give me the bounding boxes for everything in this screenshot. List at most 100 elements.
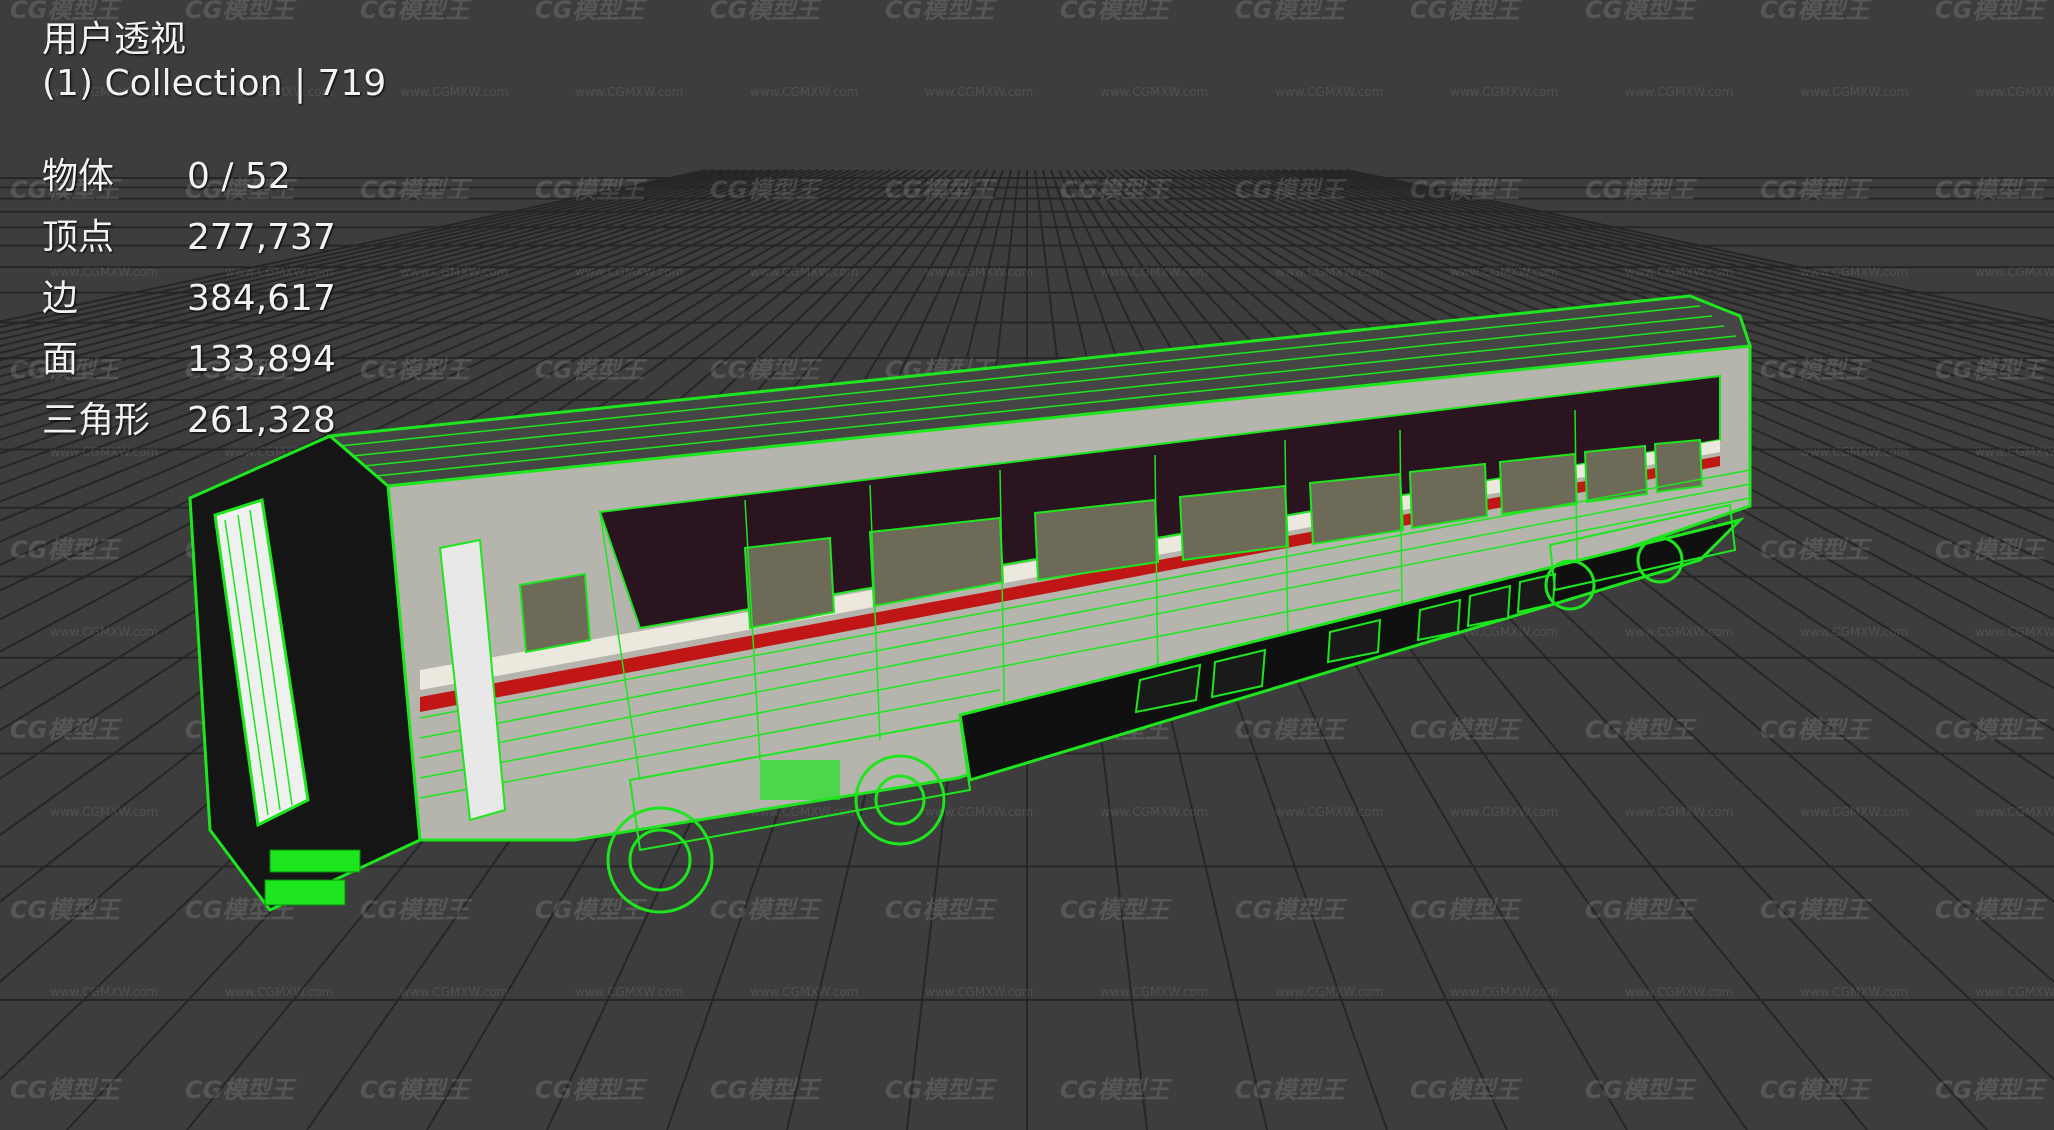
- vestibule-window: [518, 572, 592, 654]
- watermark-logo: CG模型王: [1585, 176, 1697, 204]
- watermark-logo: CG模型王: [1935, 536, 2047, 564]
- watermark-url: www.CGMXW.com: [1975, 445, 2054, 459]
- watermark-url: www.CGMXW.com: [1275, 805, 1383, 819]
- watermark-logo: CG模型王: [710, 0, 822, 24]
- statistics-panel: 物体 0 / 52 顶点 277,737 边 384,617 面 133,894…: [42, 146, 386, 451]
- view-name: 用户透视: [42, 19, 187, 60]
- watermark-url: www.CGMXW.com: [50, 625, 158, 639]
- watermark-url: www.CGMXW.com: [1625, 625, 1733, 639]
- stat-value: 384,617: [187, 278, 336, 319]
- watermark-url: www.CGMXW.com: [750, 265, 858, 279]
- watermark-url: www.CGMXW.com: [1800, 805, 1908, 819]
- stat-label: 三角形: [42, 400, 151, 441]
- watermark-logo: CG模型王: [1585, 896, 1697, 924]
- watermark-url: www.CGMXW.com: [50, 985, 158, 999]
- stat-vertices: 顶点 277,737: [42, 207, 386, 268]
- watermark-url: www.CGMXW.com: [1275, 85, 1383, 99]
- watermark-url: www.CGMXW.com: [925, 985, 1033, 999]
- watermark-logo: CG模型王: [1410, 716, 1522, 744]
- watermark-url: www.CGMXW.com: [50, 805, 158, 819]
- watermark-logo: CG模型王: [1410, 176, 1522, 204]
- watermark-logo: CG模型王: [885, 1076, 997, 1104]
- watermark-logo: CG模型王: [1760, 716, 1872, 744]
- viewport-text-overlay: 用户透视 (1) Collection | 719 物体 0 / 52 顶点 2…: [42, 18, 386, 451]
- stat-objects: 物体 0 / 52: [42, 146, 386, 207]
- watermark-logo: CG模型王: [1760, 896, 1872, 924]
- watermark-logo: CG模型王: [710, 176, 822, 204]
- watermark-logo: CG模型王: [710, 356, 822, 384]
- watermark-url: www.CGMXW.com: [1975, 985, 2054, 999]
- watermark-url: www.CGMXW.com: [1625, 805, 1733, 819]
- watermark-logo: CG模型王: [1410, 0, 1522, 24]
- watermark-url: www.CGMXW.com: [1450, 805, 1558, 819]
- watermark-url: www.CGMXW.com: [1800, 85, 1908, 99]
- watermark-url: www.CGMXW.com: [575, 85, 683, 99]
- watermark-logo: CG模型王: [10, 716, 122, 744]
- watermark-url: www.CGMXW.com: [1800, 445, 1908, 459]
- watermark-url: www.CGMXW.com: [1975, 265, 2054, 279]
- watermark-logo: CG模型王: [1235, 176, 1347, 204]
- watermark-url: www.CGMXW.com: [925, 85, 1033, 99]
- watermark-url: www.CGMXW.com: [925, 265, 1033, 279]
- watermark-logo: CG模型王: [885, 0, 997, 24]
- watermark-logo: CG模型王: [185, 1076, 297, 1104]
- watermark-url: www.CGMXW.com: [1275, 985, 1383, 999]
- watermark-url: www.CGMXW.com: [1800, 985, 1908, 999]
- stat-value: 277,737: [187, 217, 336, 258]
- watermark-url: www.CGMXW.com: [1625, 265, 1733, 279]
- watermark-url: www.CGMXW.com: [1975, 85, 2054, 99]
- watermark-logo: CG模型王: [1235, 896, 1347, 924]
- watermark-logo: CG模型王: [1235, 716, 1347, 744]
- watermark-url: www.CGMXW.com: [400, 265, 508, 279]
- stat-label: 物体: [42, 156, 115, 197]
- watermark-url: www.CGMXW.com: [1100, 265, 1208, 279]
- watermark-logo: CG模型王: [1935, 176, 2047, 204]
- watermark-url: www.CGMXW.com: [1100, 85, 1208, 99]
- stat-label: 顶点: [42, 217, 115, 258]
- watermark-logo: CG模型王: [535, 356, 647, 384]
- stat-edges: 边 384,617: [42, 268, 386, 329]
- watermark-logo: CG模型王: [1935, 1076, 2047, 1104]
- end-face: [188, 434, 422, 912]
- stat-value: 0 / 52: [187, 156, 291, 197]
- watermark-logo: CG模型王: [1935, 716, 2047, 744]
- watermark-logo: CG模型王: [1760, 176, 1872, 204]
- stat-label: 面: [42, 339, 79, 380]
- watermark-logo: CG模型王: [1585, 716, 1697, 744]
- watermark-logo: CG模型王: [1410, 896, 1522, 924]
- watermark-logo: CG模型王: [360, 896, 472, 924]
- watermark-url: www.CGMXW.com: [1450, 265, 1558, 279]
- watermark-url: www.CGMXW.com: [400, 85, 508, 99]
- watermark-logo: CG模型王: [1060, 1076, 1172, 1104]
- watermark-logo: CG模型王: [1760, 1076, 1872, 1104]
- watermark-url: www.CGMXW.com: [1975, 625, 2054, 639]
- watermark-logo: CG模型王: [885, 176, 997, 204]
- watermark-url: www.CGMXW.com: [1450, 985, 1558, 999]
- collection-label: (1) Collection | 719: [42, 63, 387, 104]
- watermark-logo: CG模型王: [10, 896, 122, 924]
- watermark-logo: CG模型王: [1760, 356, 1872, 384]
- watermark-logo: CG模型王: [535, 176, 647, 204]
- watermark-logo: CG模型王: [535, 1076, 647, 1104]
- watermark-logo: CG模型王: [1760, 536, 1872, 564]
- watermark-logo: CG模型王: [1060, 896, 1172, 924]
- watermark-url: www.CGMXW.com: [1800, 625, 1908, 639]
- watermark-logo: CG模型王: [1410, 1076, 1522, 1104]
- watermark-logo: CG模型王: [1935, 0, 2047, 24]
- stat-value: 261,328: [187, 400, 336, 441]
- watermark-url: www.CGMXW.com: [1100, 805, 1208, 819]
- watermark-url: www.CGMXW.com: [750, 985, 858, 999]
- watermark-logo: CG模型王: [885, 896, 997, 924]
- watermark-url: www.CGMXW.com: [1625, 985, 1733, 999]
- watermark-url: www.CGMXW.com: [1975, 805, 2054, 819]
- watermark-logo: CG模型王: [535, 0, 647, 24]
- watermark-logo: CG模型王: [1585, 1076, 1697, 1104]
- watermark-logo: CG模型王: [535, 896, 647, 924]
- watermark-logo: CG模型王: [360, 1076, 472, 1104]
- watermark-url: www.CGMXW.com: [1275, 265, 1383, 279]
- stat-triangles: 三角形 261,328: [42, 390, 386, 451]
- stat-faces: 面 133,894: [42, 329, 386, 390]
- watermark-logo: CG模型王: [1935, 896, 2047, 924]
- stat-label: 边: [42, 278, 79, 319]
- watermark-url: www.CGMXW.com: [1800, 265, 1908, 279]
